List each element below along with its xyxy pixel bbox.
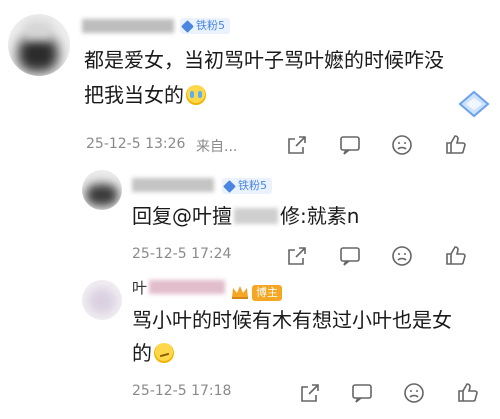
fan-badge[interactable]: 铁粉5 [222, 178, 272, 194]
author-name-blurred [149, 280, 226, 294]
fan-badge[interactable]: 铁粉5 [180, 18, 230, 34]
dislike-face-icon[interactable] [390, 133, 414, 157]
avatar[interactable] [82, 280, 122, 320]
share-icon[interactable] [285, 133, 309, 157]
diamond-icon [181, 19, 194, 33]
username-blurred[interactable] [82, 19, 174, 33]
avatar[interactable] [8, 14, 70, 76]
like-icon[interactable] [444, 133, 468, 157]
timestamp: 25-12-5 17:24 [132, 246, 232, 262]
crown-icon [230, 284, 250, 300]
comment-text-line2: 的 [132, 337, 174, 369]
comment-icon[interactable] [338, 244, 362, 268]
timestamp: 25-12-5 13:26 [86, 136, 186, 152]
like-icon[interactable] [444, 244, 468, 268]
source-text: 来自... [196, 139, 238, 155]
dislike-face-icon[interactable] [390, 244, 414, 268]
comment-text-line2: 把我当女的 [84, 79, 206, 111]
comment-icon[interactable] [338, 133, 362, 157]
fan-badge-label: 铁粉5 [196, 19, 225, 32]
avatar[interactable] [82, 170, 122, 210]
share-icon[interactable] [285, 244, 309, 268]
reply-text: 回复@叶擅 修:就素n [132, 204, 360, 228]
diamond-decoration-icon [456, 90, 492, 118]
comment-text-line1: 骂小叶的时候有木有想过小叶也是女 [132, 308, 452, 332]
like-icon[interactable] [456, 381, 480, 405]
author-name[interactable]: 叶 [132, 276, 226, 300]
host-badge: 博主 [252, 285, 282, 301]
comment-text-line1: 都是爱女，当初骂叶子骂叶嬷的时候咋没 [84, 48, 444, 72]
dislike-face-icon[interactable] [402, 381, 426, 405]
blurred-name [234, 208, 278, 224]
thinking-face-icon [154, 343, 174, 363]
diamond-icon [223, 179, 236, 193]
username-blurred[interactable] [132, 178, 214, 192]
timestamp: 25-12-5 17:18 [132, 383, 232, 399]
fan-badge-label: 铁粉5 [238, 179, 267, 192]
comment-icon[interactable] [350, 381, 374, 405]
crying-face-icon [186, 85, 206, 105]
share-icon[interactable] [298, 381, 322, 405]
